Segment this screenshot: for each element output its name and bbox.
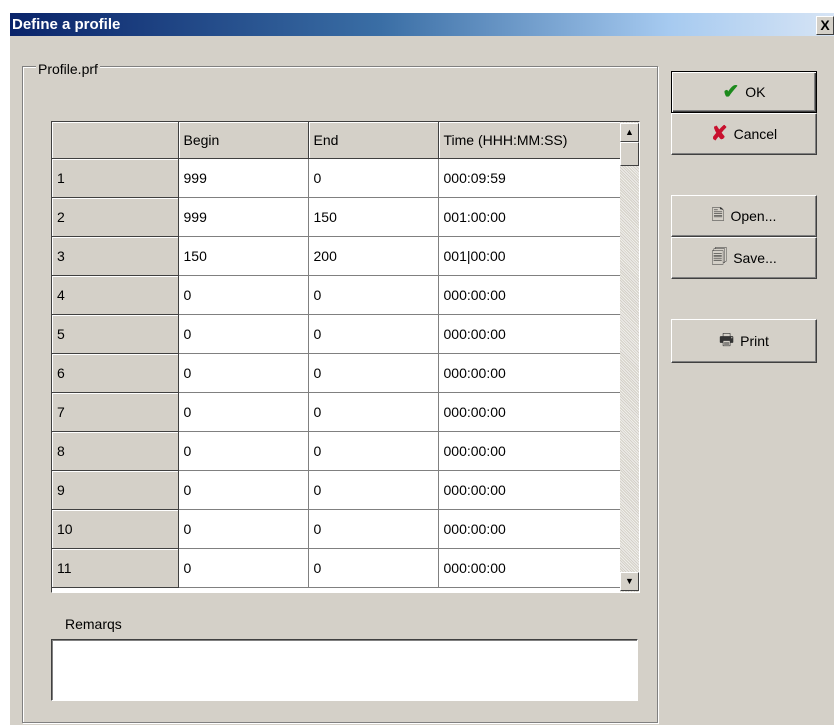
cancel-label: Cancel — [733, 126, 778, 142]
begin-cell[interactable]: 0 — [178, 314, 309, 354]
time-cell[interactable]: 000:00:00 — [438, 509, 621, 549]
time-cell[interactable]: 000:00:00 — [438, 353, 621, 393]
grid-corner-cell[interactable] — [52, 122, 179, 159]
row-number-cell[interactable]: 8 — [52, 431, 179, 471]
table-row: 9 0 0 000:00:00 — [52, 470, 621, 510]
table-row: 6 0 0 000:00:00 — [52, 353, 621, 393]
time-cell[interactable]: 001|00:00 — [438, 236, 621, 276]
table-row: 8 0 0 000:00:00 — [52, 431, 621, 471]
end-cell[interactable]: 200 — [308, 236, 439, 276]
save-file-icon: 🗐 — [711, 249, 728, 266]
ok-label: OK — [745, 84, 766, 100]
time-cell[interactable]: 001:00:00 — [438, 197, 621, 237]
table-row: 7 0 0 000:00:00 — [52, 392, 621, 432]
begin-cell[interactable]: 0 — [178, 470, 309, 510]
end-cell[interactable]: 0 — [308, 353, 439, 393]
remarks-label: Remarqs — [65, 616, 122, 632]
table-row: 4 0 0 000:00:00 — [52, 275, 621, 315]
time-cell[interactable]: 000:09:59 — [438, 158, 621, 198]
begin-cell[interactable]: 0 — [178, 431, 309, 471]
column-header[interactable]: End — [308, 122, 439, 159]
end-cell[interactable]: 150 — [308, 197, 439, 237]
define-profile-dialog: Define a profile X Profile.prf Begin End T… — [10, 13, 834, 725]
printer-icon: 🖶 — [719, 332, 735, 349]
table-row: 5 0 0 000:00:00 — [52, 314, 621, 354]
grid-header-row: Begin End Time (HHH:MM:SS) — [52, 122, 621, 159]
row-number-cell[interactable]: 2 — [52, 197, 179, 237]
table-row: 1 999 0 000:09:59 — [52, 158, 621, 198]
end-cell[interactable]: 0 — [308, 275, 439, 315]
row-number-cell[interactable]: 5 — [52, 314, 179, 354]
scroll-up-arrow-icon[interactable]: ▲ — [620, 123, 639, 142]
row-number-cell[interactable]: 9 — [52, 470, 179, 510]
title-bar[interactable]: Define a profile X — [10, 13, 834, 36]
time-cell[interactable]: 000:00:00 — [438, 470, 621, 510]
open-button[interactable]: 🗎 Open... — [671, 195, 817, 237]
save-label: Save... — [733, 250, 777, 266]
cancel-button[interactable]: ✘ Cancel — [671, 113, 817, 155]
open-file-icon: 🗎 — [711, 207, 725, 224]
scroll-thumb[interactable] — [620, 142, 639, 166]
ok-button[interactable]: ✔ OK — [671, 71, 817, 113]
grid-vertical-scrollbar[interactable]: ▲ ▼ — [620, 122, 639, 592]
begin-cell[interactable]: 0 — [178, 548, 309, 588]
begin-cell[interactable]: 150 — [178, 236, 309, 276]
end-cell[interactable]: 0 — [308, 548, 439, 588]
row-number-cell[interactable]: 1 — [52, 158, 179, 198]
column-header[interactable]: Time (HHH:MM:SS) — [438, 122, 621, 159]
close-button[interactable]: X — [816, 16, 834, 35]
print-label: Print — [740, 333, 769, 349]
row-number-cell[interactable]: 4 — [52, 275, 179, 315]
table-row: 10 0 0 000:00:00 — [52, 509, 621, 549]
row-number-cell[interactable]: 10 — [52, 509, 179, 549]
row-number-cell[interactable]: 11 — [52, 548, 179, 588]
column-header[interactable]: Begin — [178, 122, 309, 159]
open-label: Open... — [730, 208, 777, 224]
end-cell[interactable]: 0 — [308, 470, 439, 510]
begin-cell[interactable]: 0 — [178, 275, 309, 315]
time-cell[interactable]: 000:00:00 — [438, 275, 621, 315]
cross-icon: ✘ — [710, 123, 728, 145]
save-button[interactable]: 🗐 Save... — [671, 237, 817, 279]
remarks-textarea[interactable] — [51, 639, 638, 701]
profile-file-label: Profile.prf — [36, 61, 100, 77]
table-row: 2 999 150 001:00:00 — [52, 197, 621, 237]
end-cell[interactable]: 0 — [308, 314, 439, 354]
table-row: 11 0 0 000:00:00 — [52, 548, 621, 588]
print-button[interactable]: 🖶 Print — [671, 319, 817, 363]
end-cell[interactable]: 0 — [308, 509, 439, 549]
table-row: 3 150 200 001|00:00 — [52, 236, 621, 276]
begin-cell[interactable]: 999 — [178, 158, 309, 198]
window-title: Define a profile — [12, 16, 121, 33]
row-number-cell[interactable]: 3 — [52, 236, 179, 276]
end-cell[interactable]: 0 — [308, 158, 439, 198]
end-cell[interactable]: 0 — [308, 392, 439, 432]
end-cell[interactable]: 0 — [308, 431, 439, 471]
time-cell[interactable]: 000:00:00 — [438, 392, 621, 432]
time-cell[interactable]: 000:00:00 — [438, 314, 621, 354]
begin-cell[interactable]: 0 — [178, 392, 309, 432]
time-cell[interactable]: 000:00:00 — [438, 548, 621, 588]
row-number-cell[interactable]: 6 — [52, 353, 179, 393]
time-cell[interactable]: 000:00:00 — [438, 431, 621, 471]
profile-grid[interactable]: Begin End Time (HHH:MM:SS) 1 999 0 000:09:59 2 9… — [51, 121, 640, 593]
scroll-down-arrow-icon[interactable]: ▼ — [620, 572, 639, 591]
begin-cell[interactable]: 0 — [178, 509, 309, 549]
profile-table: Begin End Time (HHH:MM:SS) 1 999 0 000:09:59 2 9… — [52, 122, 621, 588]
begin-cell[interactable]: 0 — [178, 353, 309, 393]
begin-cell[interactable]: 999 — [178, 197, 309, 237]
check-icon: ✔ — [722, 81, 740, 103]
row-number-cell[interactable]: 7 — [52, 392, 179, 432]
